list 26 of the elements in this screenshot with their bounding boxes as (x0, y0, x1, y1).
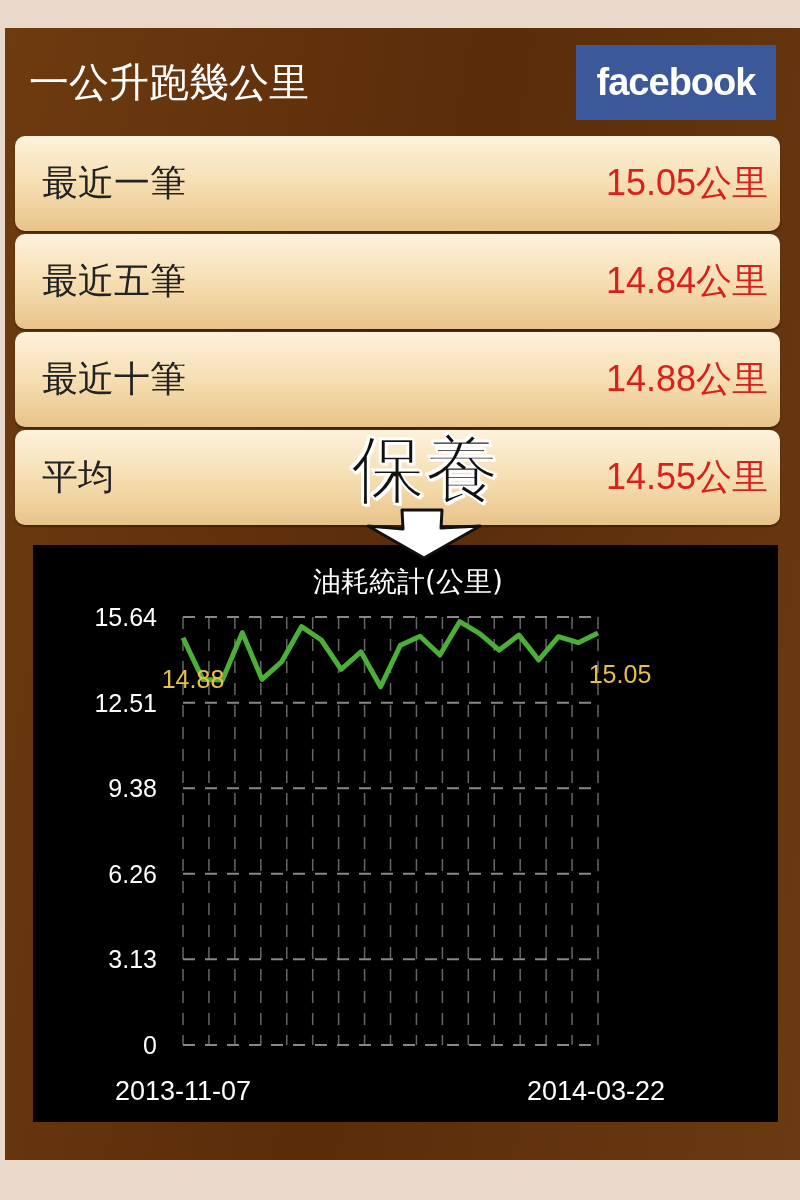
stat-value: 14.88公里 (605, 357, 768, 401)
stat-label: 最近五筆 (42, 259, 186, 303)
stat-label: 平均 (42, 455, 114, 499)
chart-title: 油耗統計(公里) (313, 565, 503, 598)
stat-row[interactable]: 平均 保養 14.55公里 (15, 430, 780, 525)
data-label: 15.05 (588, 660, 652, 689)
annotation-text: 保養 (351, 432, 499, 506)
y-axis-label: 15.64 (94, 603, 157, 631)
y-axis-label: 12.51 (94, 688, 157, 717)
y-axis-label: 3.13 (108, 945, 157, 974)
stat-row[interactable]: 最近一筆 15.05公里 (15, 136, 780, 231)
y-axis-label: 9.38 (108, 774, 157, 803)
y-axis-label: 0 (143, 1031, 157, 1059)
stat-row[interactable]: 最近五筆 14.84公里 (15, 234, 780, 329)
stat-label: 最近十筆 (42, 357, 186, 401)
stat-value: 15.05公里 (605, 161, 768, 205)
facebook-button[interactable]: facebook (576, 44, 776, 120)
stat-value: 14.55公里 (605, 455, 768, 499)
data-label: 14.88 (161, 664, 225, 693)
y-axis-label: 6.26 (108, 859, 157, 888)
x-axis-label: 2014-03-22 (526, 1076, 666, 1106)
stat-row[interactable]: 最近十筆 14.88公里 (15, 332, 780, 427)
app-title: 一公升跑幾公里 (29, 57, 309, 107)
stat-label: 最近一筆 (42, 161, 186, 205)
stat-value: 14.84公里 (605, 259, 768, 303)
x-axis-label: 2013-11-07 (114, 1076, 252, 1106)
